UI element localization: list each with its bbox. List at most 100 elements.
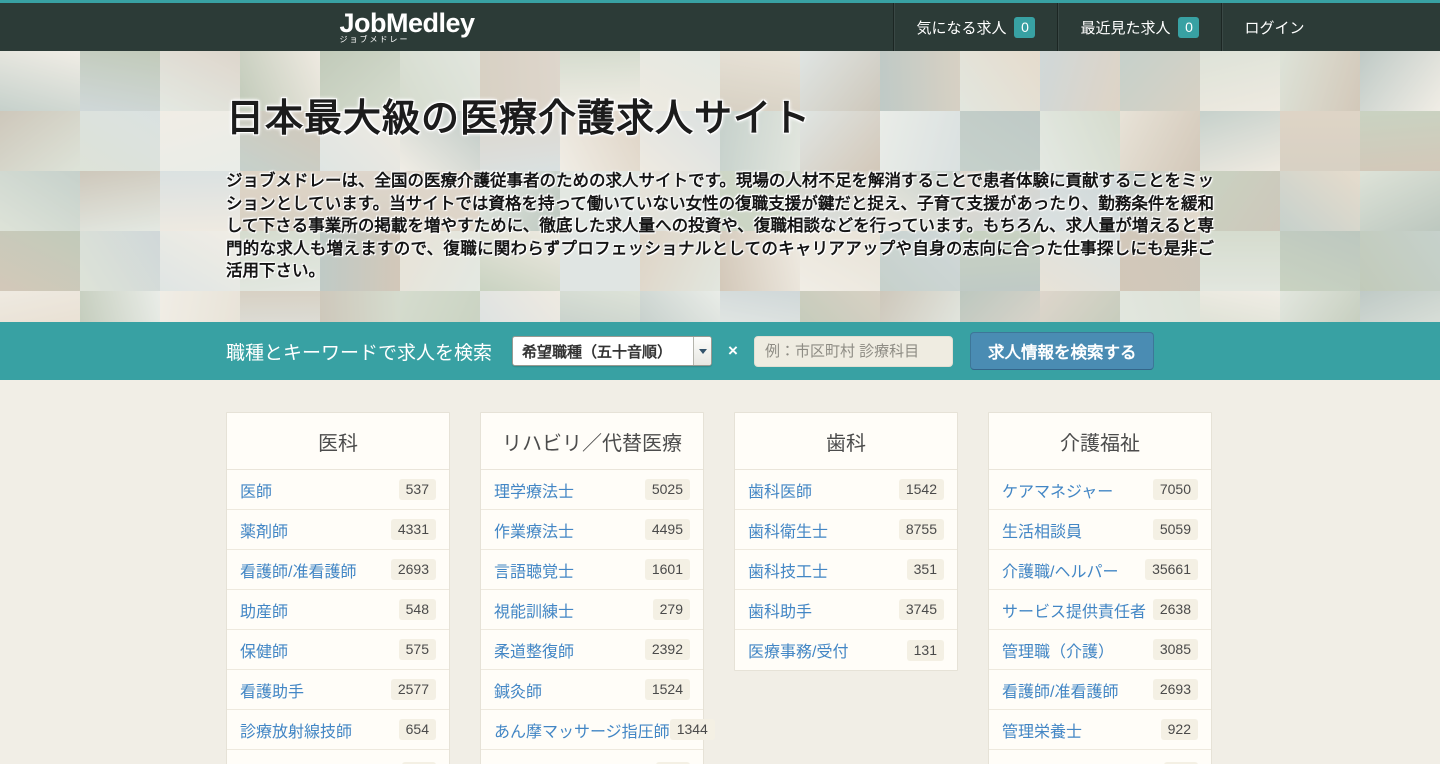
job-row: ケアマネジャー 7050 <box>989 470 1211 510</box>
category-card-1: リハビリ／代替医療理学療法士 5025 作業療法士 4495 言語聴覚士 1601 視能訓練… <box>480 412 715 764</box>
job-count-badge: 1344 <box>669 719 715 740</box>
keyword-input[interactable] <box>753 335 953 367</box>
job-count-badge: 575 <box>398 639 436 660</box>
job-link[interactable]: 理学療法士 <box>494 478 574 502</box>
job-row: 看護師/准看護師 2693 <box>227 550 449 590</box>
job-row: あん摩マッサージ指圧師 1344 <box>481 710 715 750</box>
job-row: 柔道整復師 2392 <box>481 630 703 670</box>
job-count-badge: 537 <box>398 479 436 500</box>
job-row: 理学療法士 5025 <box>481 470 703 510</box>
job-count-badge: 5025 <box>644 479 690 500</box>
job-link[interactable]: 薬剤師 <box>240 518 288 542</box>
job-link[interactable]: 看護師/准看護師 <box>1002 678 1118 702</box>
job-row: 歯科助手 3745 <box>735 590 957 630</box>
job-count-badge: 279 <box>652 599 690 620</box>
job-count-badge: 3745 <box>898 599 944 620</box>
job-type-select[interactable]: 希望職種（五十音順） <box>512 336 713 366</box>
job-link[interactable]: 保健師 <box>240 638 288 662</box>
job-count-badge: 4495 <box>644 519 690 540</box>
job-count-badge: 922 <box>1160 719 1198 740</box>
job-link[interactable]: 鍼灸師 <box>494 678 542 702</box>
top-navbar: JobMedley ジョブメドレー 気になる求人 0 最近見た求人 0 ログイン <box>0 0 1440 51</box>
job-row: 医療事務/受付 131 <box>735 630 957 670</box>
job-link[interactable]: 医療事務/受付 <box>748 638 848 662</box>
job-link[interactable]: 歯科医師 <box>748 478 812 502</box>
main-content: 医科医師 537 薬剤師 4331 看護師/准看護師 2693 助産師 548 保健師 575 看護… <box>0 380 1440 764</box>
job-row-partial <box>227 750 449 764</box>
job-link[interactable]: 看護助手 <box>240 678 304 702</box>
job-row: 鍼灸師 1524 <box>481 670 703 710</box>
job-link[interactable]: 医師 <box>240 478 272 502</box>
category-title: リハビリ／代替医療 <box>481 413 703 470</box>
nav-item-label: 最近見た求人 <box>1080 19 1171 37</box>
job-link[interactable]: 歯科助手 <box>748 598 812 622</box>
job-link[interactable]: 生活相談員 <box>1002 518 1082 542</box>
job-count-badge: 2577 <box>390 679 436 700</box>
category-card-2: 歯科 歯科医師 1542 歯科衛生士 8755 歯科技工士 351 歯科助手 3745 医療事務/… <box>734 412 958 671</box>
job-count-badge: 1542 <box>898 479 944 500</box>
job-link[interactable]: 柔道整復師 <box>494 638 574 662</box>
job-link[interactable]: 看護師/准看護師 <box>240 558 356 582</box>
search-submit-button[interactable]: 求人情報を検索する <box>969 332 1155 370</box>
job-row: サービス提供責任者 2638 <box>989 590 1211 630</box>
job-row: 助産師 548 <box>227 590 449 630</box>
site-description: ジョブメドレーは、全国の医療介護従事者のための求人サイトです。現場の人材不足を解… <box>226 172 1214 281</box>
job-count-badge: 2638 <box>1152 599 1198 620</box>
job-row: 介護職/ヘルパー 35661 <box>989 550 1211 590</box>
job-link[interactable]: 作業療法士 <box>494 518 574 542</box>
category-card-0: 医科医師 537 薬剤師 4331 看護師/准看護師 2693 助産師 548 保健師 575 看護… <box>226 412 450 764</box>
job-type-select-value: 希望職種（五十音順） <box>522 343 673 361</box>
job-link[interactable]: 言語聴覚士 <box>494 558 574 582</box>
job-count-badge: 1524 <box>644 679 690 700</box>
job-row: 薬剤師 4331 <box>227 510 449 550</box>
nav-count-badge: 0 <box>1178 16 1200 38</box>
page-title: 日本最大級の医療介護求人サイト <box>226 98 812 140</box>
nav-item-2[interactable]: ログイン <box>1221 3 1326 51</box>
job-count-badge: 654 <box>398 719 436 740</box>
job-count-badge: 1601 <box>644 559 690 580</box>
job-row: 歯科技工士 351 <box>735 550 957 590</box>
category-title: 歯科 <box>735 413 957 470</box>
category-title: 医科 <box>227 413 449 470</box>
job-row: 診療放射線技師 654 <box>227 710 449 750</box>
job-link[interactable]: 助産師 <box>240 598 288 622</box>
job-link[interactable]: あん摩マッサージ指圧師 <box>494 718 670 742</box>
job-link[interactable]: ケアマネジャー <box>1002 478 1113 502</box>
logo-title: JobMedley <box>339 7 476 38</box>
job-link[interactable]: 介護職/ヘルパー <box>1002 558 1118 582</box>
job-row: 管理職（介護） 3085 <box>989 630 1211 670</box>
search-label: 職種とキーワードで求人を検索 <box>226 342 493 364</box>
job-count-badge: 2693 <box>390 559 436 580</box>
job-link[interactable]: 歯科衛生士 <box>748 518 828 542</box>
job-count-badge: 2693 <box>1152 679 1198 700</box>
job-count-badge: 351 <box>906 559 944 580</box>
job-count-badge: 4331 <box>390 519 436 540</box>
category-title: 介護福祉 <box>989 413 1211 470</box>
job-link[interactable]: 診療放射線技師 <box>240 718 352 742</box>
multiply-separator: × <box>728 341 738 360</box>
search-band: 職種とキーワードで求人を検索 希望職種（五十音順） × 求人情報を検索する <box>0 322 1440 380</box>
job-row: 管理栄養士 922 <box>989 710 1211 750</box>
job-row: 作業療法士 4495 <box>481 510 703 550</box>
job-row-partial <box>481 750 703 764</box>
nav-item-0[interactable]: 気になる求人 0 <box>893 3 1057 51</box>
job-count-badge: 3085 <box>1152 639 1198 660</box>
job-count-badge: 5059 <box>1152 519 1198 540</box>
nav-item-label: ログイン <box>1244 19 1305 37</box>
job-link[interactable]: 歯科技工士 <box>748 558 828 582</box>
nav-count-badge: 0 <box>1014 16 1036 38</box>
job-row: 言語聴覚士 1601 <box>481 550 703 590</box>
job-link[interactable]: サービス提供責任者 <box>1002 598 1146 622</box>
nav-item-1[interactable]: 最近見た求人 0 <box>1057 3 1221 51</box>
job-link[interactable]: 管理職（介護） <box>1002 638 1114 662</box>
job-link[interactable]: 管理栄養士 <box>1002 718 1082 742</box>
job-link[interactable]: 視能訓練士 <box>494 598 574 622</box>
jobmedley-logo[interactable]: JobMedley ジョブメドレー <box>339 3 476 51</box>
logo-subtitle: ジョブメドレー <box>339 34 410 44</box>
chevron-down-icon <box>693 337 712 365</box>
job-row: 保健師 575 <box>227 630 449 670</box>
job-row: 看護師/准看護師 2693 <box>989 670 1211 710</box>
job-count-badge: 131 <box>906 639 944 661</box>
job-row: 視能訓練士 279 <box>481 590 703 630</box>
job-row: 歯科医師 1542 <box>735 470 957 510</box>
